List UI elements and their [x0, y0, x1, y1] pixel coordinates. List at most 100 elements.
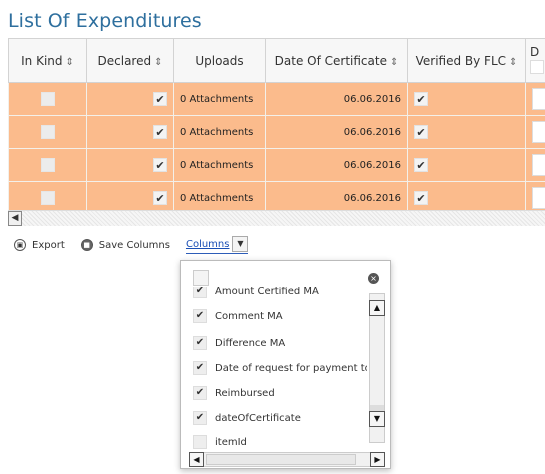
cell-input[interactable]	[532, 154, 545, 176]
list-item[interactable]: ✔ Comment MA	[193, 306, 283, 326]
verified-checkbox: ✔	[414, 125, 428, 139]
header-label: Declared	[97, 53, 152, 68]
scroll-right-arrow-icon[interactable]: ▶	[370, 452, 385, 467]
column-label: Comment MA	[215, 310, 283, 322]
table-row[interactable]: ✔ 0 Attachments 06.06.2016 ✔	[8, 181, 545, 210]
save-columns-button[interactable]: ■ Save Columns	[80, 239, 170, 251]
cell-input[interactable]	[532, 88, 545, 110]
declared-checkbox: ✔	[153, 158, 167, 172]
close-icon[interactable]: ×	[368, 273, 379, 284]
verified-cell: ✔	[407, 148, 526, 182]
list-item[interactable]: ✔ Amount Certified MA	[193, 287, 319, 301]
export-button[interactable]: ▣ Export	[14, 239, 65, 251]
list-item[interactable]: ✔ Reimbursed	[193, 383, 275, 403]
select-all-checkbox[interactable]	[193, 270, 209, 286]
list-item[interactable]: itemId	[193, 432, 247, 452]
table-row[interactable]: ✔ 0 Attachments 06.06.2016 ✔	[8, 148, 545, 182]
expenditures-table: In Kind ⇕ Declared ⇕ Uploads Date Of Certi…	[8, 38, 545, 210]
column-checkbox[interactable]: ✔	[193, 287, 207, 298]
column-checkbox[interactable]: ✔	[193, 386, 207, 400]
partial-cell	[525, 115, 545, 149]
save-icon: ■	[80, 239, 93, 251]
cell-input[interactable]	[532, 187, 545, 209]
verified-cell: ✔	[407, 115, 526, 149]
list-item[interactable]: ✔ Difference MA	[193, 333, 285, 353]
partial-cell	[525, 181, 545, 210]
column-checkbox[interactable]: ✔	[193, 361, 207, 375]
in-kind-cell	[8, 181, 87, 210]
in-kind-cell	[8, 148, 87, 182]
column-checkbox[interactable]: ✔	[193, 411, 207, 425]
date-of-certificate-cell: 06.06.2016	[265, 181, 408, 210]
columns-panel: × ✔ Amount Certified MA ✔ Comment MA ✔ D…	[180, 260, 391, 469]
sort-icon[interactable]: ⇕	[390, 57, 398, 68]
scroll-up-arrow-icon[interactable]: ▲	[369, 300, 385, 316]
header-label: Verified By FLC	[415, 53, 507, 68]
scroll-left-arrow-icon[interactable]: ◀	[189, 452, 204, 467]
header-label: Uploads	[195, 53, 244, 68]
declared-checkbox: ✔	[153, 191, 167, 205]
in-kind-checkbox	[40, 158, 55, 172]
columns-dropdown[interactable]: Columns ▼	[185, 236, 249, 254]
verified-cell: ✔	[407, 181, 526, 210]
column-label: Amount Certified MA	[215, 287, 319, 297]
date-of-certificate-cell: 06.06.2016	[265, 115, 408, 149]
export-icon: ▣	[14, 239, 26, 251]
partial-cell	[525, 82, 545, 116]
sort-icon[interactable]: ⇕	[509, 57, 517, 68]
in-kind-checkbox	[40, 92, 55, 106]
scrollbar-thumb[interactable]	[206, 454, 356, 465]
column-label: Reimbursed	[215, 387, 275, 399]
header-date-of-certificate[interactable]: Date Of Certificate ⇕	[265, 38, 408, 83]
in-kind-cell	[8, 82, 87, 116]
list-item[interactable]: ✔ Date of request for payment to B	[193, 358, 367, 378]
header-verified-by-flc[interactable]: Verified By FLC ⇕	[407, 38, 526, 83]
scroll-down-arrow-icon[interactable]: ▼	[369, 411, 385, 427]
table-header-row: In Kind ⇕ Declared ⇕ Uploads Date Of Certi…	[8, 38, 545, 83]
sort-icon[interactable]: ⇕	[66, 57, 74, 68]
columns-panel-header: ×	[193, 269, 385, 287]
cell-input[interactable]	[532, 121, 545, 143]
verified-cell: ✔	[407, 82, 526, 116]
sort-icon[interactable]: ⇕	[154, 57, 162, 68]
header-label: Date Of Certificate	[274, 53, 387, 68]
export-label: Export	[32, 239, 65, 251]
in-kind-checkbox	[40, 191, 55, 205]
declared-cell: ✔	[86, 148, 174, 182]
uploads-cell[interactable]: 0 Attachments	[173, 148, 266, 182]
uploads-cell[interactable]: 0 Attachments	[173, 115, 266, 149]
declared-checkbox: ✔	[153, 92, 167, 106]
chevron-down-icon[interactable]: ▼	[232, 236, 249, 252]
in-kind-checkbox	[40, 125, 55, 139]
uploads-cell[interactable]: 0 Attachments	[173, 82, 266, 116]
date-of-certificate-cell: 06.06.2016	[265, 148, 408, 182]
header-label: D	[530, 45, 540, 59]
column-checkbox[interactable]: ✔	[193, 309, 207, 323]
header-partial[interactable]: D	[525, 38, 545, 83]
column-label: dateOfCertificate	[215, 412, 301, 424]
column-label: itemId	[215, 436, 247, 448]
page-title: List Of Expenditures	[8, 10, 202, 32]
header-declared[interactable]: Declared ⇕	[86, 38, 174, 83]
partial-cell	[525, 148, 545, 182]
save-columns-label: Save Columns	[98, 239, 170, 251]
column-checkbox[interactable]	[193, 435, 207, 449]
columns-link[interactable]: Columns	[186, 239, 230, 250]
column-label: Difference MA	[215, 337, 286, 349]
columns-vertical-scrollbar[interactable]: ▲ ▼	[369, 293, 385, 443]
header-uploads: Uploads	[173, 38, 266, 83]
verified-checkbox: ✔	[414, 191, 428, 205]
table-horizontal-scrollbar[interactable]: ◀	[8, 210, 545, 226]
columns-horizontal-scrollbar[interactable]: ◀ ▶	[189, 452, 385, 467]
verified-checkbox: ✔	[414, 158, 428, 172]
table-row[interactable]: ✔ 0 Attachments 06.06.2016 ✔	[8, 115, 545, 149]
filter-input[interactable]	[530, 59, 544, 74]
uploads-cell[interactable]: 0 Attachments	[173, 181, 266, 210]
date-of-certificate-cell: 06.06.2016	[265, 82, 408, 116]
list-item[interactable]: ✔ dateOfCertificate	[193, 408, 301, 428]
table-row[interactable]: ✔ 0 Attachments 06.06.2016 ✔	[8, 82, 545, 116]
declared-checkbox: ✔	[153, 125, 167, 139]
scroll-left-arrow-icon[interactable]: ◀	[8, 211, 22, 226]
column-checkbox[interactable]: ✔	[193, 336, 207, 350]
header-in-kind[interactable]: In Kind ⇕	[8, 38, 87, 83]
